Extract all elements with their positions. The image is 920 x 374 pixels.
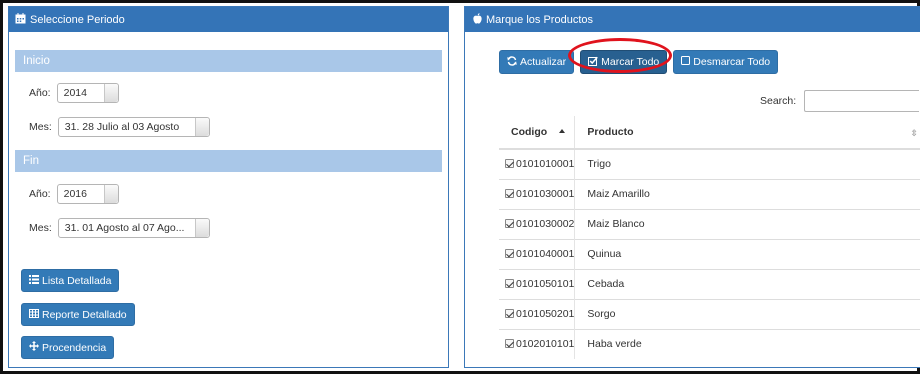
dropdown-button-icon[interactable]	[103, 84, 118, 102]
fin-section-label: Fin	[23, 155, 39, 167]
desmarcar-todo-button[interactable]: Desmarcar Todo	[673, 50, 779, 74]
inicio-mes-label: Mes:	[29, 121, 52, 133]
productos-panel-header: Marque los Productos	[465, 7, 920, 32]
sort-both-icon: ⇳	[910, 128, 918, 138]
procedencia-label: Procendencia	[42, 341, 107, 354]
search-row: Search:	[760, 90, 920, 112]
desmarcar-todo-label: Desmarcar Todo	[693, 56, 771, 68]
productos-table: Codigo Producto ⇳ 0101010001 Trigo 010103…	[499, 116, 920, 359]
table-row: 0101030002 Maiz Blanco	[499, 208, 920, 239]
producto-column-header[interactable]: Producto ⇳	[574, 116, 920, 150]
codigo-cell: 0101050101	[499, 268, 576, 299]
row-checkbox[interactable]	[505, 219, 514, 228]
row-checkbox[interactable]	[505, 339, 514, 349]
table-icon	[29, 308, 39, 321]
producto-header-label: Producto	[587, 126, 634, 138]
codigo-cell: 0101040001	[499, 238, 576, 269]
highlight-ring-annotation	[568, 38, 672, 73]
fin-mes-label: Mes:	[29, 222, 52, 234]
apple-icon	[473, 12, 482, 27]
codigo-value: 0101040001	[516, 248, 575, 260]
lista-detallada-button[interactable]: Lista Detallada	[21, 269, 120, 292]
codigo-cell: 0102010101	[499, 328, 576, 359]
reporte-detallado-button[interactable]: Reporte Detallado	[21, 303, 135, 326]
reporte-detallado-wrap: Reporte Detallado	[21, 303, 135, 326]
dropdown-button-icon[interactable]	[103, 185, 118, 203]
producto-cell: Cebada	[574, 268, 920, 299]
codigo-column-header[interactable]: Codigo	[499, 116, 576, 150]
codigo-value: 0101010001	[516, 158, 575, 171]
producto-cell: Trigo	[574, 148, 920, 179]
fin-mes-select[interactable]: 31. 01 Agosto al 07 Ago...	[57, 218, 210, 238]
producto-cell: Haba verde	[574, 328, 920, 359]
inicio-anio-value: 2014	[63, 87, 87, 99]
fin-anio-label: Año:	[29, 188, 51, 200]
procedencia-wrap: Procendencia	[21, 336, 115, 359]
table-header-row: Codigo Producto ⇳	[499, 116, 920, 150]
reporte-detallado-label: Reporte Detallado	[42, 308, 127, 321]
procedencia-button[interactable]: Procendencia	[21, 336, 115, 359]
table-row: 0101050201 Sorgo	[499, 298, 920, 329]
refresh-icon	[507, 55, 517, 69]
codigo-value: 0101050101	[516, 278, 575, 290]
table-row: 0101030001 Maiz Amarillo	[499, 178, 920, 209]
fin-anio-select[interactable]: 2016	[56, 184, 119, 204]
inicio-mes-row: Mes: 31. 28 Julio al 03 Agosto	[9, 110, 448, 144]
row-checkbox[interactable]	[505, 309, 514, 318]
producto-cell: Maiz Amarillo	[574, 178, 920, 209]
fin-anio-row: Año: 2016	[9, 177, 448, 211]
inicio-anio-row: Año: 2014	[9, 76, 448, 110]
row-checkbox[interactable]	[505, 189, 514, 198]
list-icon	[29, 274, 39, 287]
row-checkbox[interactable]	[505, 249, 514, 258]
inicio-section-bar: Inicio	[15, 50, 442, 72]
dropdown-button-icon[interactable]	[194, 219, 209, 237]
periodo-panel: Seleccione Periodo Inicio Año: 2014 Mes:…	[8, 6, 449, 368]
search-input[interactable]	[804, 90, 920, 112]
producto-cell: Quinua	[574, 238, 920, 269]
lista-detallada-label: Lista Detallada	[42, 274, 112, 287]
row-checkbox[interactable]	[505, 159, 514, 169]
table-row: 0101010001 Trigo	[499, 148, 920, 179]
codigo-cell: 0101030002	[499, 208, 576, 239]
codigo-value: 0101030002	[516, 218, 575, 230]
codigo-cell: 0101050201	[499, 298, 576, 329]
inicio-anio-label: Año:	[29, 87, 51, 99]
codigo-value: 0102010101	[516, 338, 575, 351]
calendar-icon	[15, 12, 26, 27]
actualizar-label: Actualizar	[520, 56, 567, 68]
codigo-value: 0101050201	[516, 308, 575, 320]
inicio-section-label: Inicio	[23, 55, 50, 67]
periodo-panel-title: Seleccione Periodo	[30, 13, 125, 26]
table-row: 0102010101 Haba verde	[499, 328, 920, 359]
codigo-header-label: Codigo	[511, 126, 548, 138]
fin-mes-value: 31. 01 Agosto al 07 Ago...	[64, 222, 185, 234]
inicio-anio-select[interactable]: 2014	[56, 83, 119, 103]
producto-cell: Maiz Blanco	[574, 208, 920, 239]
table-row: 0101050101 Cebada	[499, 268, 920, 299]
dropdown-button-icon[interactable]	[194, 118, 209, 136]
move-icon	[29, 341, 39, 354]
fin-section-bar: Fin	[15, 150, 442, 172]
actualizar-button[interactable]: Actualizar	[499, 50, 575, 74]
codigo-cell: 0101030001	[499, 178, 576, 209]
search-label: Search:	[760, 95, 797, 107]
inicio-mes-value: 31. 28 Julio al 03 Agosto	[64, 121, 180, 133]
table-row: 0101040001 Quinua	[499, 238, 920, 269]
fin-mes-row: Mes: 31. 01 Agosto al 07 Ago...	[9, 211, 448, 245]
codigo-value: 0101030001	[516, 188, 575, 200]
sort-asc-icon	[559, 129, 566, 133]
lista-detallada-wrap: Lista Detallada	[21, 269, 120, 292]
fin-anio-value: 2016	[63, 188, 87, 200]
producto-cell: Sorgo	[574, 298, 920, 329]
codigo-cell: 0101010001	[499, 148, 576, 179]
square-icon	[681, 56, 691, 68]
row-checkbox[interactable]	[505, 279, 514, 288]
productos-panel-title: Marque los Productos	[486, 13, 593, 26]
periodo-panel-header: Seleccione Periodo	[9, 7, 448, 32]
inicio-mes-select[interactable]: 31. 28 Julio al 03 Agosto	[57, 117, 210, 137]
